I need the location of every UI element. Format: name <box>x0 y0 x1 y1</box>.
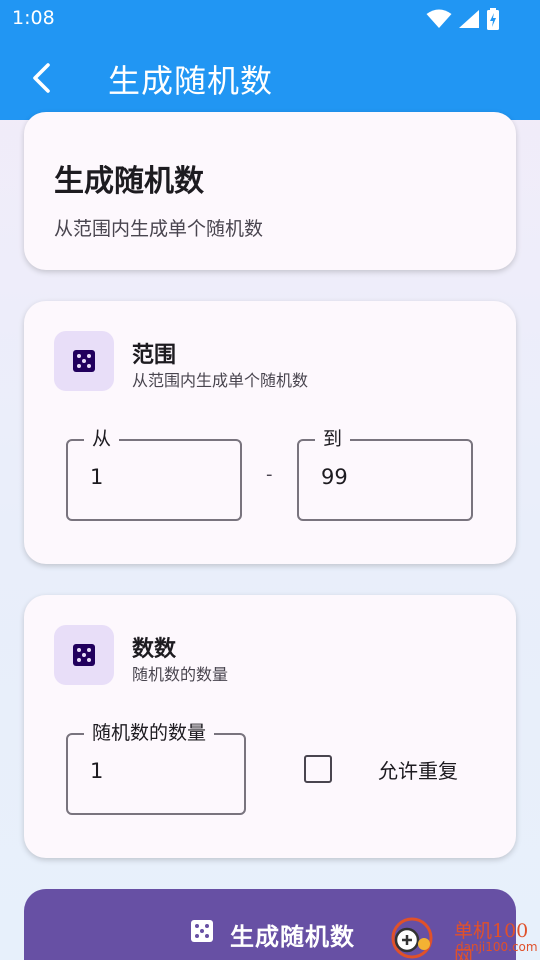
generate-button-label: 生成随机数 <box>230 923 355 951</box>
dice-icon <box>73 644 95 666</box>
allow-repeat-checkbox[interactable] <box>304 755 332 783</box>
to-label: 到 <box>315 427 351 451</box>
count-subtitle: 随机数的数量 <box>132 665 229 684</box>
allow-repeat-label[interactable]: 允许重复 <box>378 755 458 784</box>
count-icon-box <box>54 625 114 685</box>
range-title: 范围 <box>132 343 177 368</box>
from-value: 1 <box>90 465 104 489</box>
status-bar: 1:08 <box>0 0 540 36</box>
count-field[interactable]: 随机数的数量 1 <box>66 721 246 815</box>
battery-icon <box>487 8 499 30</box>
count-card: 数数 随机数的数量 随机数的数量 1 允许重复 <box>24 595 516 858</box>
arrow-back-icon <box>33 63 50 93</box>
app-bar: 生成随机数 <box>0 36 540 120</box>
wifi-icon <box>426 9 452 28</box>
watermark-domain: danji100.com <box>456 940 538 954</box>
header-card: 生成随机数 从范围内生成单个随机数 <box>24 112 516 270</box>
app-bar-title: 生成随机数 <box>108 62 274 100</box>
watermark: 单机100网 danji100.com <box>390 912 540 960</box>
count-title: 数数 <box>132 637 177 662</box>
dice-icon <box>191 920 213 942</box>
dice-icon <box>73 350 95 372</box>
to-value: 99 <box>321 465 348 489</box>
range-separator: - <box>266 464 273 485</box>
to-field[interactable]: 到 99 <box>297 427 473 521</box>
header-subtitle: 从范围内生成单个随机数 <box>54 218 264 240</box>
header-title: 生成随机数 <box>54 164 204 199</box>
back-button[interactable] <box>26 60 60 96</box>
from-label: 从 <box>84 427 120 451</box>
range-card: 范围 从范围内生成单个随机数 从 1 - 到 99 <box>24 301 516 564</box>
count-label: 随机数的数量 <box>84 721 215 745</box>
range-icon-box <box>54 331 114 391</box>
from-field[interactable]: 从 1 <box>66 427 242 521</box>
signal-icon <box>459 10 479 28</box>
count-value: 1 <box>90 759 104 783</box>
range-subtitle: 从范围内生成单个随机数 <box>132 371 309 390</box>
status-icons <box>426 8 500 30</box>
watermark-logo-icon <box>391 917 433 959</box>
status-time: 1:08 <box>12 7 55 29</box>
